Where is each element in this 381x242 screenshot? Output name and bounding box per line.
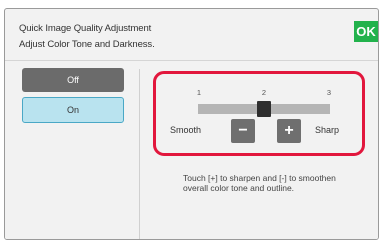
adjustment-screen: Quick Image Quality Adjustment Adjust Co…	[4, 8, 379, 240]
slider-thumb[interactable]	[257, 101, 271, 117]
sharpness-slider-panel: 1 2 3 Smooth − + Sharp	[153, 71, 365, 156]
hint-text: Touch [+] to sharpen and [-] to smoothen…	[183, 173, 368, 193]
off-button[interactable]: Off	[22, 68, 124, 92]
page-title: Quick Image Quality Adjustment	[19, 23, 152, 34]
ok-button[interactable]: OK	[354, 21, 378, 42]
on-button[interactable]: On	[22, 97, 124, 123]
tick-label-1: 1	[196, 88, 202, 97]
sharp-label: Sharp	[315, 125, 340, 135]
minus-button[interactable]: −	[231, 119, 255, 143]
hint-line-1: Touch [+] to sharpen and [-] to smoothen	[183, 173, 336, 183]
plus-button[interactable]: +	[277, 119, 301, 143]
page-subtitle: Adjust Color Tone and Darkness.	[19, 39, 155, 50]
tick-label-2: 2	[261, 88, 267, 97]
tick-label-3: 3	[326, 88, 332, 97]
header: Quick Image Quality Adjustment Adjust Co…	[5, 9, 378, 61]
hint-line-2: overall color tone and outline.	[183, 183, 295, 193]
content-area: Off On 1 2 3 Smooth − + Sharp Touch [+] …	[5, 61, 378, 239]
smooth-label: Smooth	[170, 125, 202, 135]
vertical-divider	[139, 69, 140, 239]
